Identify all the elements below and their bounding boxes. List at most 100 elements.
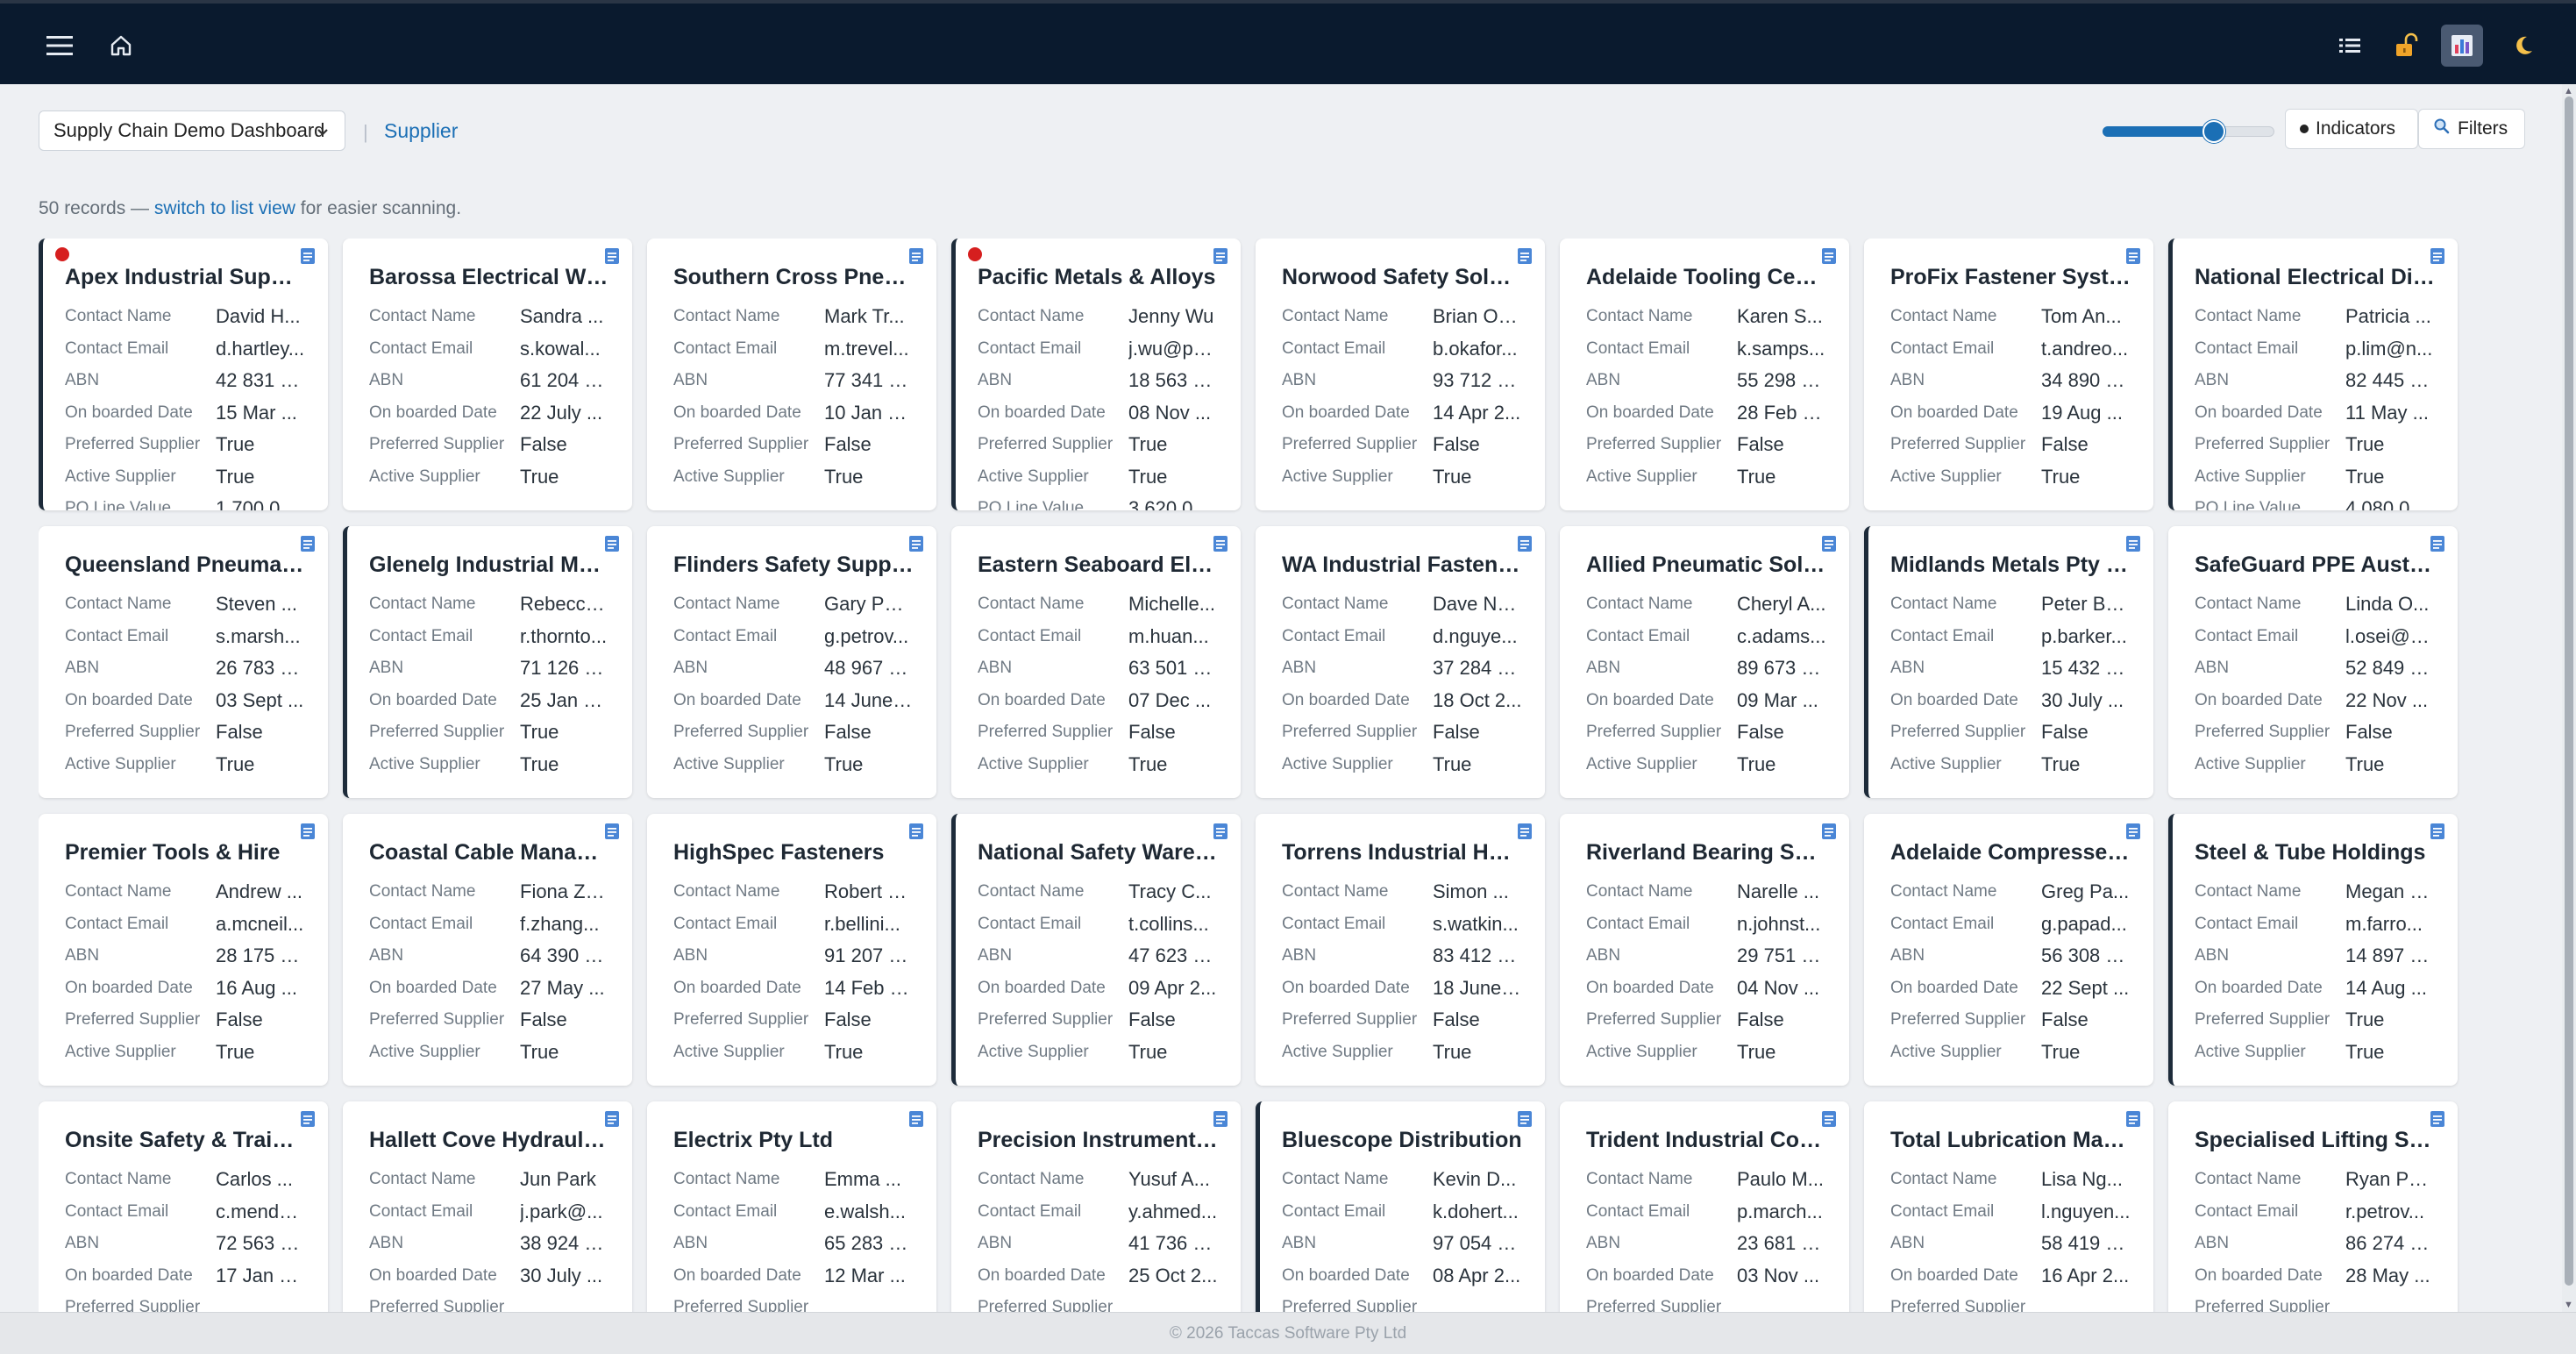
supplier-card[interactable]: Total Lubrication Man... Contact Name Lisa… bbox=[1864, 1101, 2153, 1314]
supplier-name[interactable]: HighSpec Fasteners bbox=[673, 840, 914, 866]
bar-chart-icon[interactable] bbox=[2441, 25, 2483, 67]
note-icon[interactable] bbox=[1517, 535, 1533, 557]
unlock-icon[interactable] bbox=[2388, 28, 2423, 63]
supplier-card[interactable]: Electrix Pty Ltd Contact Name Emma ... Cont… bbox=[647, 1101, 936, 1314]
supplier-name[interactable]: Electrix Pty Ltd bbox=[673, 1128, 914, 1153]
supplier-card[interactable]: National Electrical Dis... Contact Name Pa… bbox=[2168, 239, 2458, 510]
note-icon[interactable] bbox=[300, 1110, 316, 1132]
supplier-card[interactable]: Specialised Lifting Sol... Contact Name Ry… bbox=[2168, 1101, 2458, 1314]
note-icon[interactable] bbox=[908, 1110, 924, 1132]
note-icon[interactable] bbox=[300, 535, 316, 557]
supplier-name[interactable]: Adelaide Compressed ... bbox=[1890, 840, 2131, 866]
supplier-card[interactable]: National Safety Wareh... Contact Name Trac… bbox=[951, 814, 1241, 1086]
supplier-name[interactable]: Total Lubrication Man... bbox=[1890, 1128, 2131, 1153]
supplier-name[interactable]: Riverland Bearing Sup... bbox=[1586, 840, 1826, 866]
supplier-name[interactable]: Apex Industrial Suppli... bbox=[65, 265, 305, 290]
note-icon[interactable] bbox=[1517, 823, 1533, 844]
filters-button[interactable]: Filters bbox=[2418, 109, 2525, 149]
supplier-name[interactable]: ProFix Fastener Syste... bbox=[1890, 265, 2131, 290]
note-icon[interactable] bbox=[1517, 1110, 1533, 1132]
supplier-card[interactable]: Bluescope Distribution Contact Name Kevin … bbox=[1256, 1101, 1545, 1314]
note-icon[interactable] bbox=[1517, 247, 1533, 269]
supplier-card[interactable]: Midlands Metals Pty Ltd Contact Name Peter… bbox=[1864, 526, 2153, 798]
supplier-card[interactable]: Barossa Electrical Wh... Contact Name Sand… bbox=[343, 239, 632, 510]
note-icon[interactable] bbox=[1821, 247, 1837, 269]
note-icon[interactable] bbox=[2125, 823, 2141, 844]
zoom-slider[interactable] bbox=[2103, 120, 2274, 143]
note-icon[interactable] bbox=[604, 1110, 620, 1132]
supplier-name[interactable]: Torrens Industrial Hos... bbox=[1282, 840, 1522, 866]
note-icon[interactable] bbox=[1213, 1110, 1228, 1132]
supplier-name[interactable]: Allied Pneumatic Solu... bbox=[1586, 552, 1826, 578]
supplier-card[interactable]: Eastern Seaboard Elec... Contact Name Mich… bbox=[951, 526, 1241, 798]
note-icon[interactable] bbox=[300, 247, 316, 269]
note-icon[interactable] bbox=[2430, 823, 2445, 844]
note-icon[interactable] bbox=[604, 535, 620, 557]
switch-to-list-view-link[interactable]: switch to list view bbox=[154, 198, 295, 218]
note-icon[interactable] bbox=[300, 823, 316, 844]
supplier-card[interactable]: WA Industrial Fasteners Contact Name Dave … bbox=[1256, 526, 1545, 798]
dashboard-select[interactable]: Supply Chain Demo Dashboard bbox=[39, 110, 345, 151]
supplier-name[interactable]: National Safety Wareh... bbox=[978, 840, 1218, 866]
note-icon[interactable] bbox=[604, 823, 620, 844]
supplier-card[interactable]: HighSpec Fasteners Contact Name Robert B..… bbox=[647, 814, 936, 1086]
supplier-name[interactable]: Pacific Metals & Alloys bbox=[978, 265, 1218, 290]
note-icon[interactable] bbox=[1821, 1110, 1837, 1132]
supplier-name[interactable]: Onsite Safety & Traini... bbox=[65, 1128, 305, 1153]
supplier-name[interactable]: Premier Tools & Hire bbox=[65, 840, 305, 866]
note-icon[interactable] bbox=[2125, 247, 2141, 269]
supplier-card[interactable]: ProFix Fastener Syste... Contact Name Tom … bbox=[1864, 239, 2153, 510]
indicators-button[interactable]: Indicators bbox=[2285, 109, 2418, 149]
note-icon[interactable] bbox=[2430, 535, 2445, 557]
supplier-card[interactable]: Glenelg Industrial Met... Contact Name Reb… bbox=[343, 526, 632, 798]
supplier-name[interactable]: Midlands Metals Pty Ltd bbox=[1890, 552, 2131, 578]
supplier-name[interactable]: Queensland Pneumati... bbox=[65, 552, 305, 578]
supplier-name[interactable]: Hallett Cove Hydraulics bbox=[369, 1128, 609, 1153]
note-icon[interactable] bbox=[1821, 535, 1837, 557]
note-icon[interactable] bbox=[1213, 535, 1228, 557]
scrollbar-thumb[interactable] bbox=[2565, 96, 2573, 1286]
supplier-name[interactable]: Southern Cross Pneu... bbox=[673, 265, 914, 290]
zoom-slider-handle[interactable] bbox=[2202, 120, 2226, 143]
supplier-name[interactable]: Eastern Seaboard Elec... bbox=[978, 552, 1218, 578]
vertical-scrollbar[interactable]: ▲ ▼ bbox=[2562, 84, 2576, 1312]
supplier-name[interactable]: Adelaide Tooling Centre bbox=[1586, 265, 1826, 290]
supplier-card[interactable]: Queensland Pneumati... Contact Name Steven… bbox=[39, 526, 328, 798]
supplier-card[interactable]: Southern Cross Pneu... Contact Name Mark T… bbox=[647, 239, 936, 510]
supplier-card[interactable]: Premier Tools & Hire Contact Name Andrew .… bbox=[39, 814, 328, 1086]
note-icon[interactable] bbox=[604, 247, 620, 269]
supplier-name[interactable]: Precision Instruments... bbox=[978, 1128, 1218, 1153]
supplier-card[interactable]: Apex Industrial Suppli... Contact Name Dav… bbox=[39, 239, 328, 510]
note-icon[interactable] bbox=[1213, 823, 1228, 844]
scroll-up-arrow-icon[interactable]: ▲ bbox=[2564, 86, 2573, 96]
list-icon[interactable] bbox=[2332, 28, 2367, 63]
note-icon[interactable] bbox=[2125, 1110, 2141, 1132]
supplier-card[interactable]: Norwood Safety Soluti... Contact Name Bria… bbox=[1256, 239, 1545, 510]
supplier-card[interactable]: Allied Pneumatic Solu... Contact Name Cher… bbox=[1560, 526, 1849, 798]
supplier-card[interactable]: Trident Industrial Coat... Contact Name Pa… bbox=[1560, 1101, 1849, 1314]
note-icon[interactable] bbox=[908, 823, 924, 844]
supplier-card[interactable]: Adelaide Compressed ... Contact Name Greg … bbox=[1864, 814, 2153, 1086]
supplier-name[interactable]: Steel & Tube Holdings bbox=[2195, 840, 2435, 866]
supplier-card[interactable]: Torrens Industrial Hos... Contact Name Sim… bbox=[1256, 814, 1545, 1086]
supplier-card[interactable]: Precision Instruments... Contact Name Yusu… bbox=[951, 1101, 1241, 1314]
hamburger-menu-icon[interactable] bbox=[39, 28, 81, 63]
supplier-card[interactable]: Coastal Cable Manage... Contact Name Fiona… bbox=[343, 814, 632, 1086]
supplier-name[interactable]: Barossa Electrical Wh... bbox=[369, 265, 609, 290]
supplier-card[interactable]: Pacific Metals & Alloys Contact Name Jenny… bbox=[951, 239, 1241, 510]
supplier-card[interactable]: Riverland Bearing Sup... Contact Name Nare… bbox=[1560, 814, 1849, 1086]
supplier-name[interactable]: SafeGuard PPE Austra... bbox=[2195, 552, 2435, 578]
supplier-card[interactable]: SafeGuard PPE Austra... Contact Name Linda… bbox=[2168, 526, 2458, 798]
note-icon[interactable] bbox=[2430, 247, 2445, 269]
home-icon[interactable] bbox=[103, 28, 139, 63]
scroll-down-arrow-icon[interactable]: ▼ bbox=[2564, 1300, 2573, 1310]
supplier-name[interactable]: Trident Industrial Coat... bbox=[1586, 1128, 1826, 1153]
note-icon[interactable] bbox=[1821, 823, 1837, 844]
note-icon[interactable] bbox=[908, 535, 924, 557]
supplier-name[interactable]: WA Industrial Fasteners bbox=[1282, 552, 1522, 578]
supplier-name[interactable]: Norwood Safety Soluti... bbox=[1282, 265, 1522, 290]
note-icon[interactable] bbox=[908, 247, 924, 269]
supplier-name[interactable]: Coastal Cable Manage... bbox=[369, 840, 609, 866]
supplier-name[interactable]: Glenelg Industrial Met... bbox=[369, 552, 609, 578]
note-icon[interactable] bbox=[2430, 1110, 2445, 1132]
